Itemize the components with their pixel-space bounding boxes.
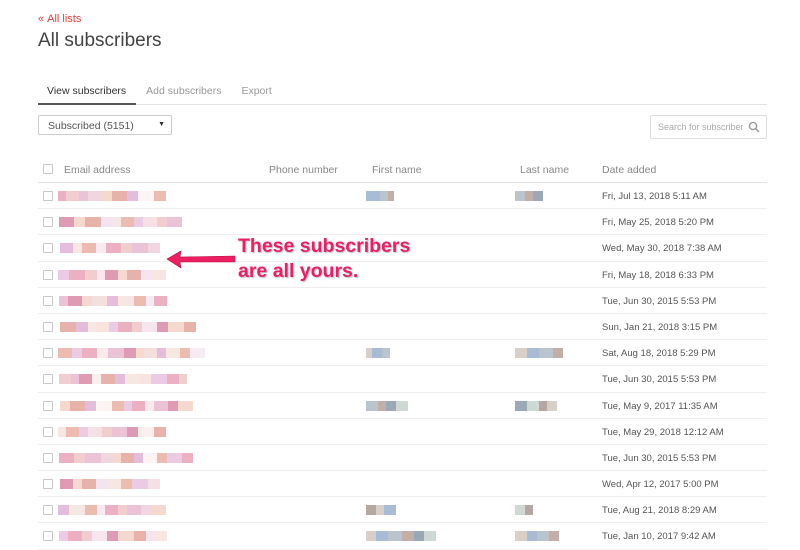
email-cell-redacted[interactable] [59,531,167,542]
first-name-cell-redacted [366,191,394,201]
row-checkbox[interactable] [43,321,53,332]
table-header: Email address Phone number First name La… [38,157,767,183]
row-checkbox[interactable] [43,374,53,385]
date-added-cell: Sun, Jan 21, 2018 3:15 PM [602,321,718,333]
table-row[interactable]: Sat, Aug 18, 2018 5:29 PM [38,340,767,367]
last-name-cell-redacted [515,348,563,359]
date-added-cell: Sat, Aug 18, 2018 5:29 PM [602,348,716,360]
last-name-cell-redacted [515,400,557,411]
table-row[interactable]: Tue, May 29, 2018 12:12 AM [38,419,767,445]
back-link-label: All lists [47,13,82,25]
page-title: All subscribers [38,30,162,51]
row-checkbox[interactable] [43,243,53,254]
row-checkbox[interactable] [43,191,53,201]
email-cell-redacted[interactable] [58,505,166,516]
last-name-cell-redacted [515,505,533,516]
annotation-line-2: are all yours. [238,260,359,282]
search-box [650,115,767,139]
email-cell-redacted[interactable] [59,217,182,228]
email-cell-redacted[interactable] [60,321,196,332]
date-added-cell: Tue, Jun 30, 2015 5:53 PM [602,295,717,307]
column-first-name[interactable]: First name [372,164,422,176]
row-checkbox[interactable] [43,400,53,411]
caret-down-icon: ▼ [158,121,165,128]
search-icon[interactable] [748,121,760,133]
row-checkbox[interactable] [43,452,53,463]
first-name-cell-redacted [366,348,390,359]
column-date-added[interactable]: Date added [602,164,656,176]
column-phone-number[interactable]: Phone number [269,164,338,176]
table-row[interactable]: Fri, May 25, 2018 5:20 PM [38,209,767,236]
arrow-left-icon [166,250,236,269]
table-row[interactable]: Sun, Jan 21, 2018 3:15 PM [38,314,767,341]
email-cell-redacted[interactable] [58,348,205,359]
email-cell-redacted[interactable] [59,374,187,385]
select-all-checkbox[interactable] [43,164,53,174]
row-checkbox[interactable] [43,531,53,542]
email-cell-redacted[interactable] [58,269,166,280]
table-row[interactable]: Tue, Aug 21, 2018 8:29 AM [38,497,767,524]
date-added-cell: Tue, Jun 30, 2015 5:53 PM [602,452,717,464]
row-checkbox[interactable] [43,217,53,228]
email-cell-redacted[interactable] [60,243,160,254]
status-filter-value: Subscribed (5151) [48,120,134,132]
date-added-cell: Fri, May 18, 2018 6:33 PM [602,269,714,281]
table-row[interactable]: Tue, May 9, 2017 11:35 AM [38,393,767,419]
column-email-address[interactable]: Email address [64,164,131,176]
last-name-cell-redacted [515,531,559,542]
table-row[interactable]: Tue, Jan 10, 2017 9:42 AM [38,523,767,550]
double-chevron-left-icon: « [38,13,44,25]
last-name-cell-redacted [515,191,543,201]
tab-export[interactable]: Export [231,80,281,105]
date-added-cell: Fri, Jul 13, 2018 5:11 AM [602,191,707,202]
subscribers-table: Email address Phone number First name La… [38,157,767,550]
email-cell-redacted[interactable] [59,295,167,306]
table-row[interactable]: Wed, Apr 12, 2017 5:00 PM [38,471,767,498]
email-cell-redacted[interactable] [60,479,160,490]
date-added-cell: Tue, Jun 30, 2015 5:53 PM [602,374,717,386]
row-checkbox[interactable] [43,269,53,280]
date-added-cell: Tue, May 29, 2018 12:12 AM [602,426,724,438]
date-added-cell: Wed, Apr 12, 2017 5:00 PM [602,479,719,491]
email-cell-redacted[interactable] [58,191,166,201]
row-checkbox[interactable] [43,505,53,516]
first-name-cell-redacted [366,400,408,411]
status-filter-select[interactable]: Subscribed (5151) ▼ [38,115,172,135]
date-added-cell: Tue, May 9, 2017 11:35 AM [602,400,718,412]
first-name-cell-redacted [366,505,396,516]
back-to-all-lists-link[interactable]: « All lists [38,13,81,25]
row-checkbox[interactable] [43,295,53,306]
tab-view-subscribers[interactable]: View subscribers [38,80,137,105]
date-added-cell: Tue, Aug 21, 2018 8:29 AM [602,505,717,517]
row-checkbox[interactable] [43,479,53,490]
table-row[interactable]: Tue, Jun 30, 2015 5:53 PM [38,288,767,314]
row-checkbox[interactable] [43,426,53,437]
table-row[interactable]: Tue, Jun 30, 2015 5:53 PM [38,445,767,472]
date-added-cell: Tue, Jan 10, 2017 9:42 AM [602,531,716,543]
row-checkbox[interactable] [43,348,53,359]
tab-add-subscribers[interactable]: Add subscribers [136,80,231,105]
first-name-cell-redacted [366,531,436,542]
date-added-cell: Fri, May 25, 2018 5:20 PM [602,217,714,229]
tab-bar: View subscribers Add subscribers Export [38,80,767,105]
table-row[interactable]: Fri, Jul 13, 2018 5:11 AM [38,183,767,210]
email-cell-redacted[interactable] [60,400,193,411]
email-cell-redacted[interactable] [59,452,193,463]
annotation-line-1: These subscribers [238,235,411,257]
annotation-callout: These subscribers are all yours. [238,234,410,284]
search-input[interactable] [651,116,743,138]
column-last-name[interactable]: Last name [520,164,569,176]
email-cell-redacted[interactable] [58,426,166,437]
table-row[interactable]: Tue, Jun 30, 2015 5:53 PM [38,366,767,393]
date-added-cell: Wed, May 30, 2018 7:38 AM [602,243,722,255]
